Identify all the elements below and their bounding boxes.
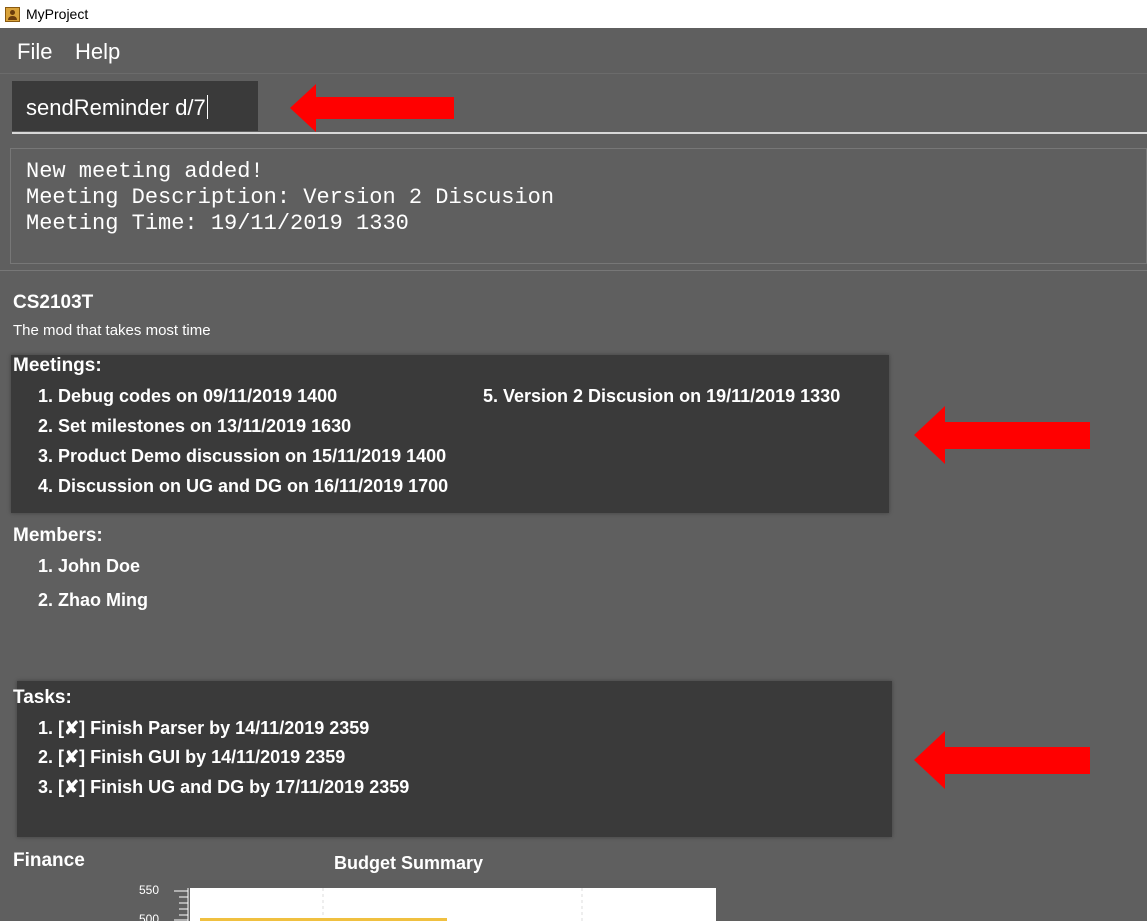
member-item: 1. John Doe	[38, 556, 141, 576]
command-input[interactable]: sendReminder d/7	[12, 81, 258, 131]
text-cursor	[206, 95, 208, 119]
meeting-item: 2. Set milestones on 13/11/2019 1630	[38, 416, 352, 436]
menu-file[interactable]: File	[17, 39, 52, 65]
command-underline	[12, 132, 1147, 134]
meeting-item: 1. Debug codes on 09/11/2019 1400	[38, 386, 338, 406]
tasks-heading: Tasks:	[13, 687, 72, 708]
command-area: sendReminder d/7	[0, 75, 1147, 145]
meeting-item: 5. Version 2 Discusion on 19/11/2019 133…	[483, 386, 841, 406]
chart-grid	[322, 888, 583, 921]
members-heading: Members:	[13, 525, 103, 546]
result-line: New meeting added!	[26, 159, 264, 184]
task-item: 3. [✘] Finish UG and DG by 17/11/2019 23…	[38, 777, 410, 797]
y-tick-label: 500	[139, 912, 160, 921]
window-title: MyProject	[26, 6, 89, 22]
app-icon	[5, 7, 20, 22]
title-bar: MyProject	[0, 0, 1147, 28]
meeting-item: 3. Product Demo discussion on 15/11/2019…	[38, 446, 447, 466]
task-item: 1. [✘] Finish Parser by 14/11/2019 2359	[38, 718, 370, 738]
annotation-arrow-tasks	[914, 731, 1090, 789]
y-axis	[174, 888, 189, 921]
annotation-arrow-command	[290, 84, 454, 132]
menu-bar: File Help	[0, 28, 1147, 74]
task-item: 2. [✘] Finish GUI by 14/11/2019 2359	[38, 747, 346, 767]
result-line: Meeting Description: Version 2 Discusion	[26, 185, 555, 210]
result-display: New meeting added! Meeting Description: …	[10, 148, 1147, 264]
annotation-arrow-meetings	[914, 406, 1090, 464]
meetings-heading: Meetings:	[13, 355, 102, 376]
project-name: CS2103T	[13, 292, 94, 313]
meeting-item: 4. Discussion on UG and DG on 16/11/2019…	[38, 476, 449, 496]
budget-chart-plot	[190, 888, 716, 921]
command-text: sendReminder d/7	[26, 95, 206, 120]
chart-title: Budget Summary	[334, 853, 484, 873]
menu-help[interactable]: Help	[75, 39, 120, 65]
y-tick-label: 550	[139, 883, 160, 897]
divider	[0, 270, 1147, 271]
finance-heading: Finance	[13, 850, 85, 871]
member-item: 2. Zhao Ming	[38, 590, 148, 610]
project-description: The mod that takes most time	[13, 322, 211, 339]
result-line: Meeting Time: 19/11/2019 1330	[26, 211, 409, 236]
